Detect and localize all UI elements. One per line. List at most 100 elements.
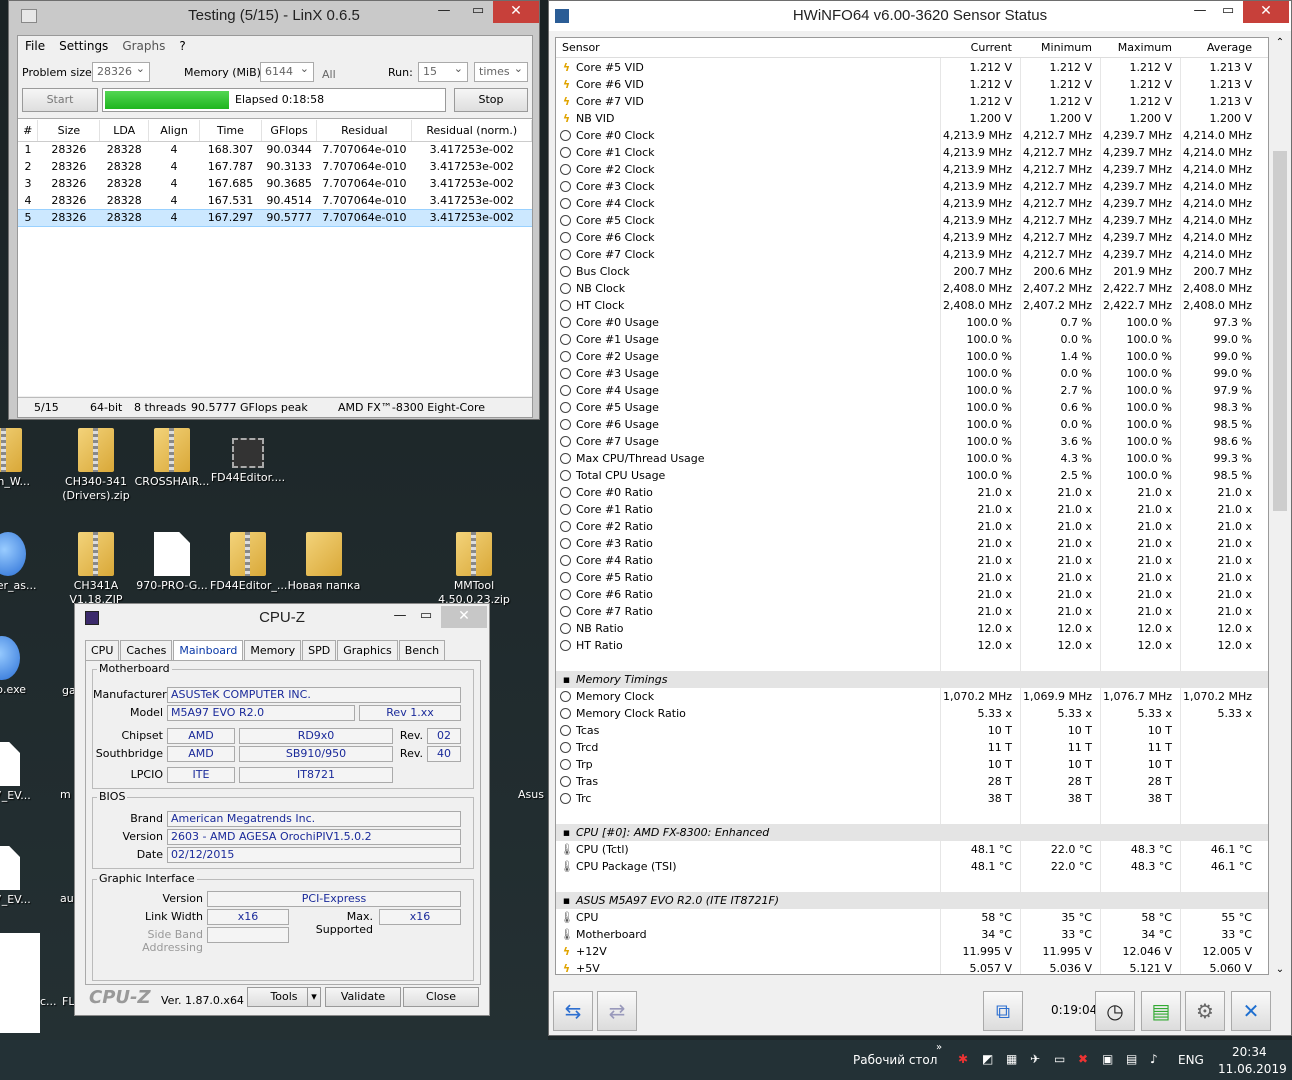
minimize-button[interactable]: — (1185, 1, 1215, 23)
sensor-row[interactable]: 🌡 CPU Package (TSI) 48.1 °C 22.0 °C 48.3 °C 4… (556, 858, 1268, 875)
sensor-row[interactable]: Memory Clock Ratio 5.33 x 5.33 x 5.33 x 5.33… (556, 705, 1268, 722)
col-minimum[interactable]: Minimum (1012, 41, 1092, 54)
scroll-thumb[interactable] (1273, 151, 1287, 511)
close-button[interactable]: Close (403, 987, 479, 1007)
sensor-group-row[interactable]: ▪ ASUS M5A97 EVO R2.0 (ITE IT8721F) (556, 892, 1268, 909)
validate-button[interactable]: Validate (325, 987, 401, 1007)
sensor-row[interactable]: Trc 38 T 38 T 38 T (556, 790, 1268, 807)
desktop-toolbar-label[interactable]: Рабочий стол (853, 1053, 937, 1067)
sensor-scrollbar[interactable]: ⌃ ⌄ (1271, 37, 1289, 975)
sensor-row[interactable]: Core #4 Clock 4,213.9 MHz 4,212.7 MHz 4,239… (556, 195, 1268, 212)
maximize-button[interactable]: ▭ (463, 1, 493, 23)
tab-mainboard[interactable]: Mainboard (173, 640, 244, 660)
menu-settings[interactable]: Settings (52, 36, 115, 56)
desktop-icon[interactable]: FD44Editor_... (210, 532, 287, 593)
desktop-icon[interactable]: flash_W... (0, 428, 42, 489)
tools-dropdown-icon[interactable]: ▾ (307, 987, 321, 1007)
toolbar-chevron-icon[interactable]: » (936, 1042, 942, 1053)
sensor-row[interactable]: ϟ +5V 5.057 V 5.036 V 5.121 V 5.060 V (556, 960, 1268, 974)
desktop-icon[interactable]: Новая папка (286, 532, 362, 593)
column-header[interactable]: LDA (99, 120, 150, 142)
sensor-row[interactable]: Core #2 Clock 4,213.9 MHz 4,212.7 MHz 4,239… (556, 161, 1268, 178)
tab-bench[interactable]: Bench (398, 640, 446, 660)
sensor-row[interactable]: Core #1 Usage 100.0 % 0.0 % 100.0 % 99.0 % (556, 331, 1268, 348)
start-button[interactable]: Start (22, 88, 98, 112)
scroll-up-icon[interactable]: ⌃ (1271, 37, 1289, 48)
sensor-row[interactable]: Core #3 Clock 4,213.9 MHz 4,212.7 MHz 4,239… (556, 178, 1268, 195)
close-button[interactable]: ✕ (493, 1, 539, 23)
tab-spd[interactable]: SPD (302, 640, 337, 660)
sensor-row[interactable]: Total CPU Usage 100.0 % 2.5 % 100.0 % 98.5 % (556, 467, 1268, 484)
desktop-partial-label[interactable]: FL (62, 995, 74, 1008)
sensor-row[interactable]: Trcd 11 T 11 T 11 T (556, 739, 1268, 756)
sensor-row[interactable]: Core #1 Ratio 21.0 x 21.0 x 21.0 x 21.0 x (556, 501, 1268, 518)
desktop-partial-label[interactable]: c... (40, 995, 57, 1008)
network-tray-icon[interactable]: ▤ (1126, 1052, 1137, 1066)
minimize-button[interactable]: — (429, 1, 459, 23)
language-indicator[interactable]: ENG (1178, 1053, 1204, 1067)
sensor-row[interactable]: Core #5 Clock 4,213.9 MHz 4,212.7 MHz 4,239… (556, 212, 1268, 229)
sensor-row[interactable]: Core #5 Usage 100.0 % 0.6 % 100.0 % 98.3 % (556, 399, 1268, 416)
sensor-row[interactable]: Bus Clock 200.7 MHz 200.6 MHz 201.9 MHz 200.… (556, 263, 1268, 280)
tray-icon[interactable]: ▣ (1102, 1052, 1113, 1066)
tray-icon[interactable]: ✖ (1078, 1052, 1088, 1066)
sensor-row[interactable]: Tras 28 T 28 T 28 T (556, 773, 1268, 790)
sensor-row[interactable]: ϟ Core #6 VID 1.212 V 1.212 V 1.212 V 1.213 V (556, 76, 1268, 93)
sensor-row[interactable]: Core #3 Usage 100.0 % 0.0 % 100.0 % 99.0 % (556, 365, 1268, 382)
problem-size-select[interactable]: 28326 (92, 60, 150, 82)
sensor-row[interactable]: NB Clock 2,408.0 MHz 2,407.2 MHz 2,422.7 MH… (556, 280, 1268, 297)
table-row[interactable]: 2 28326 28328 4 167.787 90.3133 7.707064e-010 3… (18, 158, 532, 175)
sensor-row[interactable]: 🌡 CPU (Tctl) 48.1 °C 22.0 °C 48.3 °C 46.1 °C (556, 841, 1268, 858)
sensor-group-row[interactable]: ▪ CPU [#0]: AMD FX-8300: Enhanced (556, 824, 1268, 841)
tray-icon[interactable]: ✱ (958, 1052, 968, 1066)
sensor-row[interactable]: Core #5 Ratio 21.0 x 21.0 x 21.0 x 21.0 x (556, 569, 1268, 586)
column-header[interactable]: Residual (316, 120, 413, 142)
sensor-row[interactable]: Core #4 Ratio 21.0 x 21.0 x 21.0 x 21.0 x (556, 552, 1268, 569)
sensor-row[interactable]: ϟ NB VID 1.200 V 1.200 V 1.200 V 1.200 V (556, 110, 1268, 127)
close-button[interactable]: ✕ (1243, 1, 1289, 23)
sensor-row[interactable]: Core #7 Usage 100.0 % 3.6 % 100.0 % 98.6 % (556, 433, 1268, 450)
table-row[interactable]: 4 28326 28328 4 167.531 90.4514 7.707064e-010 3… (18, 192, 532, 209)
run-select[interactable]: 15 (418, 60, 468, 82)
times-select[interactable]: times (474, 60, 528, 82)
desktop-file-thumbnail[interactable] (0, 933, 40, 1033)
sensor-row[interactable]: Core #0 Ratio 21.0 x 21.0 x 21.0 x 21.0 x (556, 484, 1268, 501)
nav-arrows-alt-icon[interactable]: ⇄ (597, 991, 637, 1031)
sensor-row[interactable]: NB Ratio 12.0 x 12.0 x 12.0 x 12.0 x (556, 620, 1268, 637)
sensor-row[interactable]: Core #6 Usage 100.0 % 0.0 % 100.0 % 98.5 % (556, 416, 1268, 433)
desktop-icon[interactable]: 5A97_EV... (0, 846, 40, 907)
hwinfo-titlebar[interactable]: HWiNFO64 v6.00-3620 Sensor Status (549, 1, 1291, 31)
sensor-row[interactable]: Core #6 Ratio 21.0 x 21.0 x 21.0 x 21.0 x (556, 586, 1268, 603)
sensor-row[interactable]: Core #6 Clock 4,213.9 MHz 4,212.7 MHz 4,239… (556, 229, 1268, 246)
clock-icon[interactable]: ◷ (1095, 991, 1135, 1031)
tab-memory[interactable]: Memory (244, 640, 302, 660)
clock-date[interactable]: 11.06.2019 (1218, 1062, 1287, 1076)
tray-icon[interactable]: ✈ (1030, 1052, 1040, 1066)
column-header[interactable]: GFlops (261, 120, 318, 142)
desktop-partial-label[interactable]: au (60, 892, 74, 905)
table-row[interactable]: 3 28326 28328 4 167.685 90.3685 7.707064e-010 3… (18, 175, 532, 192)
close-x-icon[interactable]: ✕ (1231, 991, 1271, 1031)
desktop-icon[interactable]: MMTool 4.50.0.23.zip (436, 532, 512, 607)
sensor-row[interactable]: Core #4 Usage 100.0 % 2.7 % 100.0 % 97.9 % (556, 382, 1268, 399)
desktop-icon[interactable]: CH340-341 (Drivers).zip (58, 428, 134, 503)
close-button[interactable]: ✕ (441, 606, 487, 628)
tab-graphics[interactable]: Graphics (337, 640, 398, 660)
desktop-partial-label[interactable]: m (60, 788, 71, 801)
memory-select[interactable]: 6144 (260, 60, 314, 82)
sensor-row[interactable]: HT Clock 2,408.0 MHz 2,407.2 MHz 2,422.7 MH… (556, 297, 1268, 314)
sensor-row[interactable]: Memory Clock 1,070.2 MHz 1,069.9 MHz 1,076.… (556, 688, 1268, 705)
menu-graphs[interactable]: Graphs (115, 36, 172, 56)
sensor-row[interactable]: Core #1 Clock 4,213.9 MHz 4,212.7 MHz 4,239… (556, 144, 1268, 161)
sensor-row[interactable]: ϟ Core #5 VID 1.212 V 1.212 V 1.212 V 1.213 V (556, 59, 1268, 76)
column-header[interactable]: # (18, 120, 39, 142)
col-maximum[interactable]: Maximum (1092, 41, 1172, 54)
desktop-icon[interactable]: taller_as... (0, 532, 46, 593)
maximize-button[interactable]: ▭ (411, 606, 441, 628)
sensor-row[interactable]: Core #2 Ratio 21.0 x 21.0 x 21.0 x 21.0 x (556, 518, 1268, 535)
clock-time[interactable]: 20:34 (1232, 1045, 1267, 1059)
sensor-row[interactable]: Max CPU/Thread Usage 100.0 % 4.3 % 100.0 % 9… (556, 450, 1268, 467)
stop-button[interactable]: Stop (454, 88, 528, 112)
table-row[interactable]: 5 28326 28328 4 167.297 90.5777 7.707064e-010 3… (18, 208, 532, 227)
nav-arrows-icon[interactable]: ⇆ (553, 991, 593, 1031)
